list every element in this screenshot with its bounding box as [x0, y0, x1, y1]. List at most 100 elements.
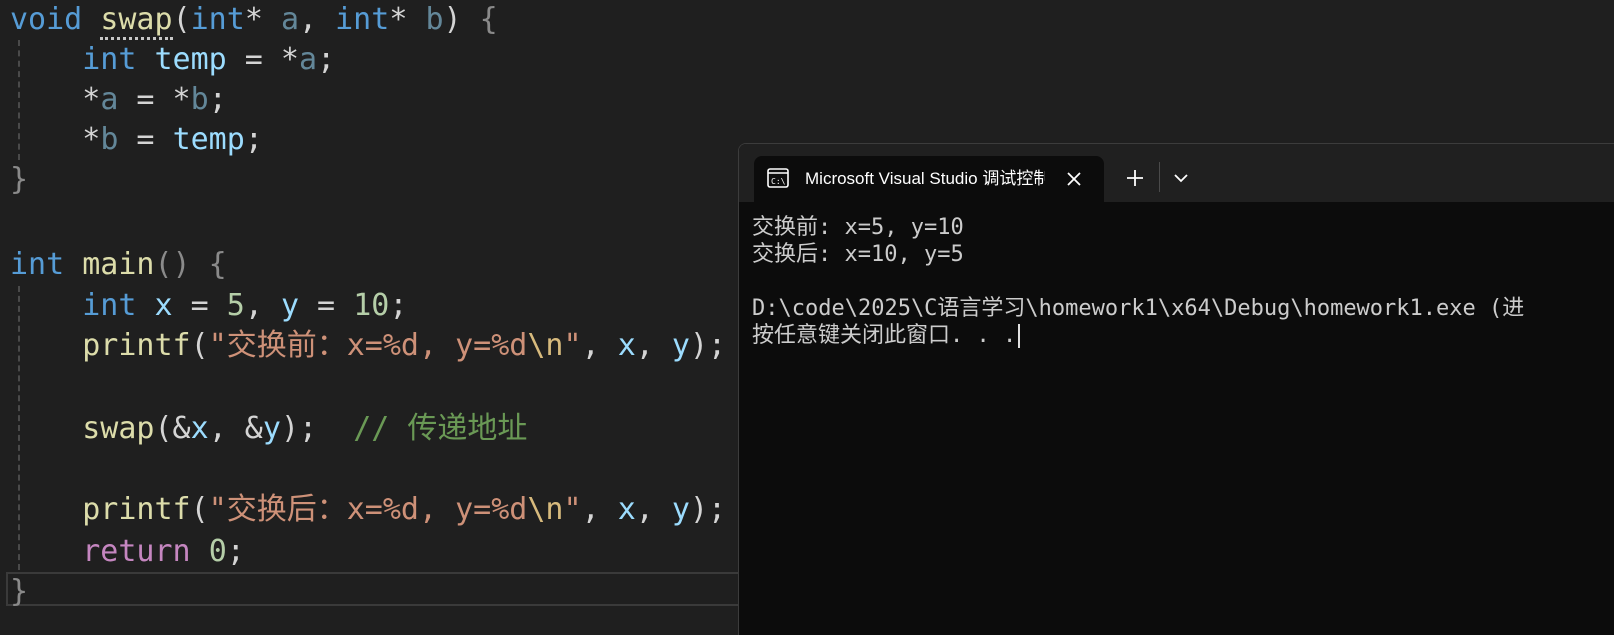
code-token: = * — [118, 82, 191, 117]
console-icon: C:\ — [767, 168, 789, 188]
code-line[interactable]: } — [10, 160, 28, 200]
code-line[interactable]: return 0; — [10, 532, 245, 572]
text-cursor — [1018, 324, 1021, 348]
code-token: y — [671, 492, 690, 527]
code-token: return — [82, 534, 191, 569]
output-line: 交换前: x=5, y=10 — [752, 215, 964, 240]
code-token: // 传递地址 — [353, 411, 528, 446]
code-token: 10 — [353, 288, 390, 323]
code-token: { — [479, 2, 498, 37]
code-token: " — [563, 492, 582, 527]
code-token: , — [635, 492, 672, 527]
output-line: 交换后: x=10, y=5 — [752, 242, 964, 267]
close-icon[interactable] — [1062, 167, 1086, 191]
code-token: } — [10, 162, 29, 197]
svg-text:C:\: C:\ — [771, 177, 786, 186]
code-token: ( — [190, 328, 209, 363]
chevron-down-icon[interactable] — [1169, 166, 1193, 190]
code-token: ); — [280, 411, 354, 446]
code-line[interactable]: *b = temp; — [10, 120, 263, 160]
code-token: , & — [208, 411, 263, 446]
code-token: int — [335, 2, 390, 37]
code-token: temp — [172, 122, 245, 157]
code-token: temp — [154, 42, 227, 77]
code-token: ); — [689, 328, 727, 363]
code-token: , — [581, 328, 618, 363]
code-token: int — [10, 247, 65, 282]
code-token: , — [299, 2, 336, 37]
code-line[interactable]: int temp = *a; — [10, 40, 335, 80]
code-token: b — [190, 82, 209, 117]
code-token: 5 — [226, 288, 245, 323]
code-token: (& — [154, 411, 191, 446]
output-line: 按任意键关闭此窗口. . . — [752, 322, 1524, 349]
output-line: D:\code\2025\C语言学习\homework1\x64\Debug\h… — [752, 296, 1525, 321]
code-token: * — [389, 2, 426, 37]
code-token: main — [82, 247, 155, 282]
code-token: ( — [172, 2, 191, 37]
code-token: = — [118, 122, 173, 157]
code-token: * — [244, 2, 281, 37]
code-token: void — [10, 2, 83, 37]
terminal-tab-bar: C:\ Microsoft Visual Studio 调试控制台 — [739, 144, 1614, 202]
code-token: , — [581, 492, 618, 527]
code-token: ; — [226, 534, 245, 569]
code-token: y — [280, 288, 299, 323]
code-token: = * — [226, 42, 299, 77]
code-line[interactable]: swap(&x, &y); // 传递地址 — [10, 409, 527, 449]
code-token: b — [425, 2, 444, 37]
code-token: 0 — [208, 534, 227, 569]
code-token: x — [617, 492, 636, 527]
code-line[interactable]: } — [10, 572, 28, 612]
code-line[interactable]: printf("交换后：x=%d, y=%d\n", x, y); — [10, 490, 726, 530]
debug-console-window[interactable]: C:\ Microsoft Visual Studio 调试控制台 交换前: x… — [738, 143, 1614, 635]
code-line[interactable]: void swap(int* a, int* b) { — [10, 0, 498, 40]
code-line[interactable]: *a = *b; — [10, 80, 227, 120]
code-token: swap — [82, 411, 155, 446]
code-token: swap — [100, 2, 173, 40]
code-token: "交换后：x=%d, y=%d — [208, 492, 528, 527]
current-line-highlight — [6, 572, 742, 606]
code-token: x — [190, 411, 209, 446]
code-token: ; — [208, 82, 227, 117]
tab-separator — [1159, 162, 1160, 192]
code-token: } — [10, 574, 29, 609]
code-token: \n — [527, 328, 564, 363]
code-token: ; — [317, 42, 336, 77]
plus-icon[interactable] — [1123, 166, 1147, 190]
code-token: = — [299, 288, 354, 323]
code-token: , — [244, 288, 281, 323]
code-line[interactable]: int x = 5, y = 10; — [10, 286, 407, 326]
code-line[interactable]: int main() { — [10, 245, 227, 285]
code-token: ( — [190, 492, 209, 527]
code-token: = — [172, 288, 227, 323]
code-token: a — [100, 82, 119, 117]
code-token: ; — [389, 288, 408, 323]
tab-title: Microsoft Visual Studio 调试控制台 — [805, 169, 1045, 188]
code-token: x — [617, 328, 636, 363]
code-token: \n — [527, 492, 564, 527]
code-token: x — [154, 288, 173, 323]
code-token: y — [671, 328, 690, 363]
code-token: ); — [689, 492, 727, 527]
code-token: int — [82, 288, 137, 323]
code-token: "交换前：x=%d, y=%d — [208, 328, 528, 363]
console-output[interactable]: 交换前: x=5, y=10 交换后: x=10, y=5 D:\code\20… — [752, 214, 1524, 349]
code-token: ; — [244, 122, 263, 157]
code-line[interactable]: printf("交换前：x=%d, y=%d\n", x, y); — [10, 326, 726, 366]
code-token: printf — [82, 492, 191, 527]
console-tab[interactable]: C:\ Microsoft Visual Studio 调试控制台 — [754, 156, 1104, 202]
code-token: , — [635, 328, 672, 363]
